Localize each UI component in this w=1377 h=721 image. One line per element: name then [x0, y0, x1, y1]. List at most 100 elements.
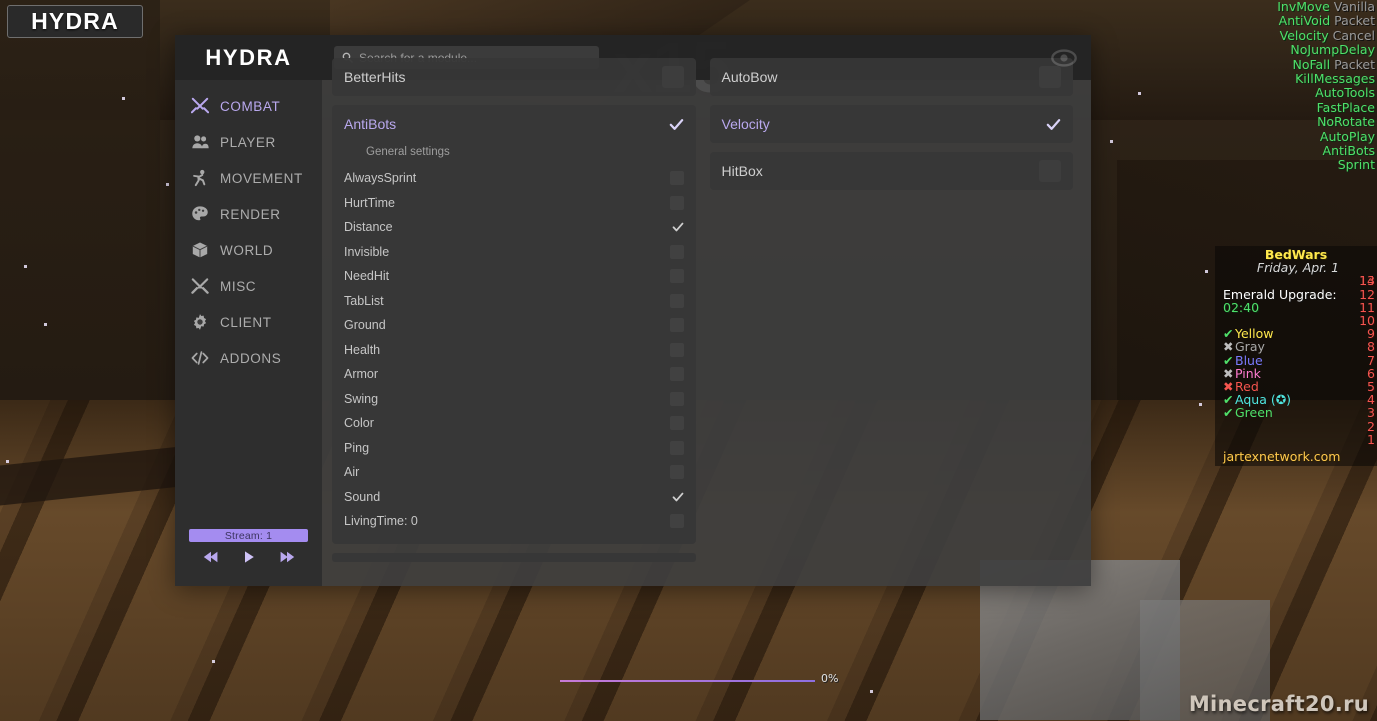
setting-row[interactable]: Invisible — [332, 240, 696, 265]
arraylist-item: NoFall Packet — [1277, 56, 1377, 72]
module-card: AutoBow — [709, 58, 1074, 96]
setting-row[interactable]: Color — [332, 411, 696, 436]
setting-checkbox[interactable] — [669, 244, 684, 259]
sidebar-item-movement[interactable]: MOVEMENT — [175, 160, 322, 196]
module-card: Velocity — [709, 105, 1074, 143]
setting-label: Ground — [344, 318, 386, 333]
scoreboard-line: 1 — [1215, 433, 1377, 446]
module-enabled-check-icon — [1046, 118, 1061, 130]
swords-icon — [190, 97, 210, 115]
arraylist-item-name: AntiVoid — [1278, 13, 1331, 29]
stream-slider-label: Stream: 1 — [224, 529, 273, 542]
module-column-left: BetterHits AntiBots General settings Always… — [332, 58, 696, 586]
sidebar-item-combat[interactable]: COMBAT — [175, 88, 322, 124]
people-icon — [191, 133, 209, 151]
module-columns: BetterHits AntiBots General settings Always… — [322, 58, 1091, 586]
setting-label: TabList — [344, 293, 384, 308]
category-sidebar: COMBAT PLAYER MOVEMENT RENDER WORLD MISC CLIEN… — [175, 80, 322, 586]
particle — [24, 265, 27, 268]
setting-row[interactable]: Distance — [332, 215, 696, 240]
play-icon[interactable] — [241, 550, 257, 564]
setting-row[interactable]: HurtTime — [332, 191, 696, 216]
stream-slider[interactable]: Stream: 1 — [189, 529, 308, 542]
setting-enabled-check-icon — [672, 222, 683, 232]
arraylist-item-name: Sprint — [1337, 157, 1375, 173]
setting-checkbox[interactable] — [669, 171, 684, 186]
scoreboard-rows: Friday, Apr. 1 14 13 Emerald Upgrade: 12 02:… — [1215, 261, 1377, 446]
scoreboard-line: 2 — [1215, 419, 1377, 432]
module-card-partial — [332, 552, 696, 562]
module-toggle-box[interactable] — [1039, 160, 1061, 182]
particle — [122, 97, 125, 100]
module-name: HitBox — [721, 163, 763, 179]
scoreboard-title: BedWars — [1264, 247, 1328, 262]
sidebar-item-label: MISC — [220, 278, 257, 294]
module-column-right: AutoBow Velocity HitBox — [709, 58, 1074, 586]
module-settings-body: General settings AlwaysSprint HurtTime Dist… — [332, 143, 696, 544]
setting-checkbox[interactable] — [669, 293, 684, 308]
setting-checkbox[interactable] — [669, 367, 684, 382]
module-toggle-row[interactable]: Velocity — [710, 105, 1074, 143]
module-toggle-row[interactable]: AntiBots — [332, 105, 696, 143]
arraylist-item: Sprint — [1277, 158, 1377, 172]
progress-bar: 0% — [560, 672, 838, 687]
setting-label: Distance — [344, 220, 393, 235]
setting-row[interactable]: TabList — [332, 289, 696, 314]
arraylist-item-mode: Vanilla — [1329, 0, 1375, 14]
setting-row[interactable]: Air — [332, 460, 696, 485]
module-toggle-row[interactable]: HitBox — [710, 152, 1074, 190]
palette-icon — [191, 205, 209, 223]
setting-checkbox[interactable] — [669, 391, 684, 406]
setting-label: Health — [344, 342, 381, 357]
sidebar-item-world[interactable]: WORLD — [175, 232, 322, 268]
sidebar-item-client[interactable]: CLIENT — [175, 304, 322, 340]
team-dead-cross-icon: ✖ — [1223, 339, 1234, 355]
setting-checkbox[interactable] — [669, 416, 684, 431]
arraylist-item-name: AutoPlay — [1319, 128, 1375, 144]
scoreboard-team-row: ✔ Green 3 — [1215, 406, 1377, 419]
setting-row[interactable]: AlwaysSprint — [332, 166, 696, 191]
module-arraylist-hud: InvMove Vanilla AntiVoid Packet Velocity C… — [1277, 0, 1377, 173]
module-toggle-box[interactable] — [661, 66, 684, 88]
setting-row[interactable]: NeedHit — [332, 264, 696, 289]
setting-row[interactable]: Sound — [332, 485, 696, 510]
arraylist-item-mode: Cancel — [1328, 27, 1375, 43]
sidebar-item-addons[interactable]: ADDONS — [175, 340, 322, 376]
arraylist-item-mode: Packet — [1330, 56, 1375, 72]
setting-row[interactable]: Swing — [332, 387, 696, 412]
arraylist-item-name: InvMove — [1277, 0, 1330, 14]
setting-checkbox[interactable] — [669, 465, 684, 480]
module-name: BetterHits — [344, 69, 406, 85]
setting-checkbox[interactable] — [669, 342, 684, 357]
arraylist-item: KillMessages — [1277, 71, 1377, 86]
setting-row[interactable]: Armor — [332, 362, 696, 387]
eye-icon[interactable] — [1047, 41, 1081, 75]
setting-checkbox[interactable] — [669, 269, 684, 284]
setting-row[interactable]: Ping — [332, 436, 696, 461]
setting-checkbox[interactable] — [669, 318, 684, 333]
setting-row[interactable]: Health — [332, 338, 696, 363]
next-track-icon[interactable] — [279, 550, 295, 564]
setting-label: Color — [344, 416, 374, 431]
setting-row[interactable]: Ground — [332, 313, 696, 338]
window-body: COMBAT PLAYER MOVEMENT RENDER WORLD MISC CLIEN… — [175, 58, 1091, 586]
team-alive-check-icon: ✔ — [1223, 352, 1234, 368]
sidebar-item-misc[interactable]: MISC — [175, 268, 322, 304]
particle — [1138, 92, 1141, 95]
sidebar-item-render[interactable]: RENDER — [175, 196, 322, 232]
module-toggle-row[interactable]: AutoBow — [710, 58, 1074, 96]
sidebar-item-player[interactable]: PLAYER — [175, 124, 322, 160]
particle — [1110, 140, 1113, 143]
scoreboard-footer: jartexnetwork.com — [1223, 449, 1341, 465]
scoreboard: BedWars Friday, Apr. 1 14 13 Emerald Upgra… — [1215, 246, 1377, 467]
setting-row[interactable]: LivingTime: 0 — [332, 509, 696, 534]
setting-checkbox[interactable] — [669, 440, 684, 455]
setting-checkbox[interactable] — [669, 195, 684, 210]
scoreboard-line-number: 8 — [1367, 339, 1375, 355]
sidebar-item-label: COMBAT — [220, 98, 281, 114]
module-toggle-row[interactable]: BetterHits — [332, 58, 696, 96]
previous-track-icon[interactable] — [203, 550, 219, 564]
arraylist-item: AutoPlay — [1277, 128, 1377, 144]
setting-checkbox[interactable] — [669, 514, 684, 529]
module-name: Velocity — [721, 116, 770, 132]
